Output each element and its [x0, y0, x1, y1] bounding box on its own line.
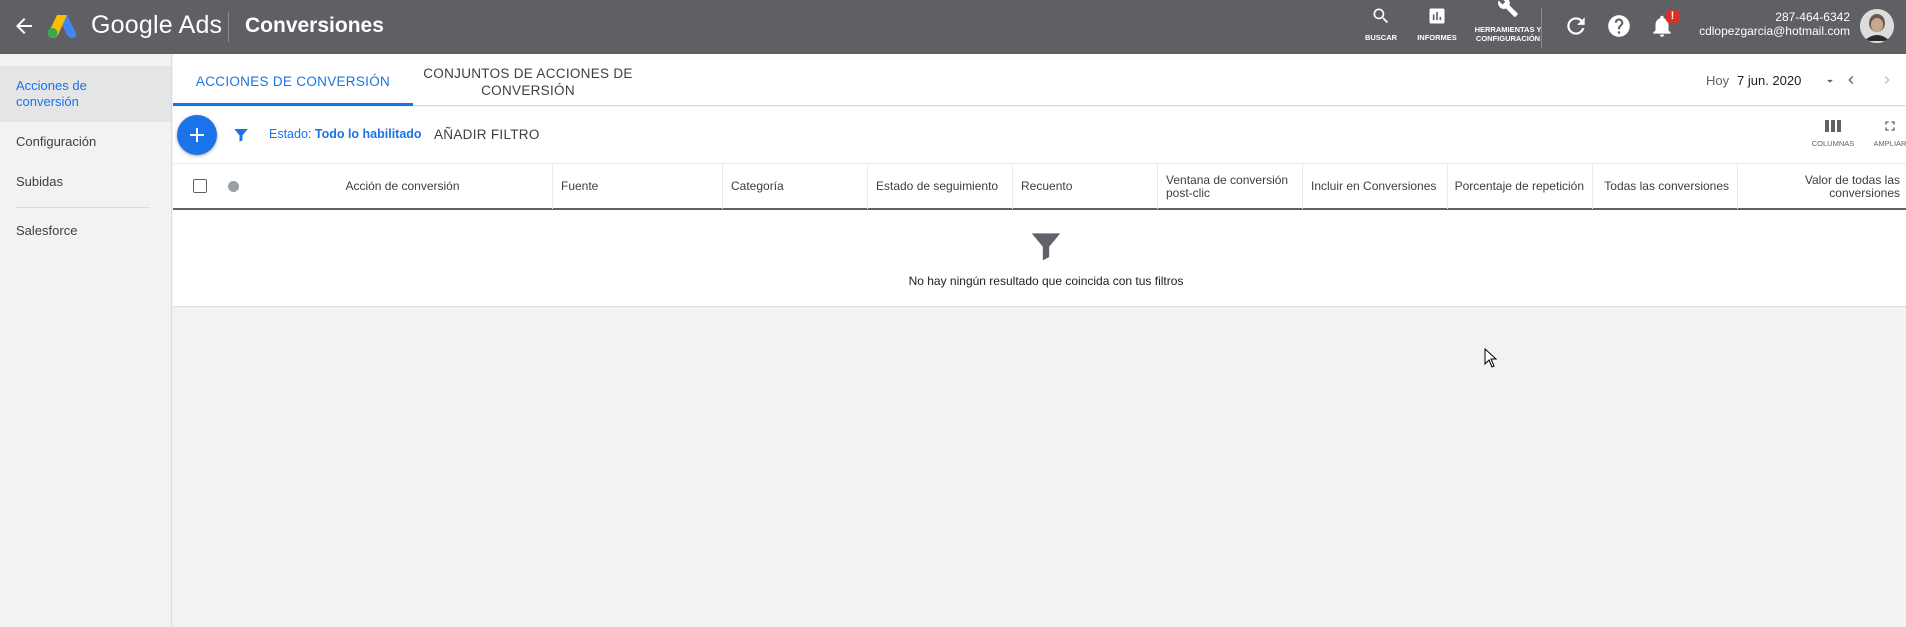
- column-header[interactable]: Ventana de conversión post-clic: [1158, 164, 1303, 209]
- tab-conjuntos-de-acciones[interactable]: CONJUNTOS DE ACCIONES DE CONVERSIÓN: [413, 54, 643, 106]
- fullscreen-icon: [1885, 121, 1895, 131]
- status-filter-label: Estado:: [269, 127, 312, 141]
- column-header[interactable]: Recuento: [1013, 164, 1158, 209]
- tab-bar: ACCIONES DE CONVERSIÓN CONJUNTOS DE ACCI…: [173, 54, 1906, 106]
- tools-settings-button[interactable]: HERRAMIENTAS Y CONFIGURACIÓN: [1472, 0, 1544, 43]
- filter-funnel-icon: [1031, 233, 1061, 261]
- select-all-checkbox[interactable]: [193, 179, 207, 193]
- date-dropdown-icon[interactable]: [1823, 74, 1837, 88]
- column-header[interactable]: Categoría: [723, 164, 868, 209]
- account-info[interactable]: 287-464-6342 cdlopezgarcia@hotmail.com: [1699, 10, 1850, 38]
- help-icon[interactable]: [1606, 13, 1632, 39]
- mouse-cursor-icon: [1484, 348, 1498, 368]
- date-range-value[interactable]: 7 jun. 2020: [1737, 73, 1801, 88]
- empty-state: No hay ningún resultado que coincida con…: [173, 211, 1906, 307]
- back-arrow-icon[interactable]: [12, 14, 36, 38]
- status-filter-value: Todo lo habilitado: [314, 127, 422, 141]
- column-header[interactable]: Valor de todas las conversiones: [1738, 164, 1906, 209]
- expand-button[interactable]: AMPLIAR: [1870, 118, 1906, 148]
- status-filter-chip[interactable]: Estado: Todo lo habilitado: [269, 127, 422, 141]
- search-tool-label: BUSCAR: [1364, 33, 1398, 42]
- search-icon: [1373, 8, 1389, 24]
- columns-label: COLUMNAS: [1811, 139, 1855, 148]
- search-tool-button[interactable]: BUSCAR: [1362, 6, 1400, 42]
- sidebar-item-salesforce[interactable]: Salesforce: [16, 223, 77, 238]
- chevron-left-icon[interactable]: [1843, 72, 1859, 88]
- brand-name: Google Ads: [91, 11, 223, 39]
- notification-badge: !: [1665, 9, 1680, 24]
- columns-button[interactable]: COLUMNAS: [1808, 118, 1858, 148]
- add-conversion-button[interactable]: [177, 115, 217, 155]
- wrench-icon: [1498, 0, 1518, 18]
- page-title: Conversiones: [245, 14, 384, 37]
- reports-tool-button[interactable]: INFORMES: [1412, 6, 1462, 42]
- user-avatar-icon: [1860, 9, 1894, 43]
- plus-icon: [190, 128, 204, 142]
- columns-icon: [1825, 120, 1841, 132]
- sidebar-divider: [16, 207, 150, 208]
- sidebar-item-acciones-de-conversion[interactable]: Acciones de conversión: [16, 78, 146, 110]
- empty-state-message: No hay ningún resultado que coincida con…: [908, 274, 1184, 288]
- column-header[interactable]: Todas las conversiones: [1593, 164, 1738, 209]
- google-ads-logo-icon[interactable]: [47, 13, 77, 39]
- add-filter-button[interactable]: AÑADIR FILTRO: [434, 127, 540, 142]
- table-header: Acción de conversión Fuente Categoría Es…: [173, 163, 1906, 210]
- top-bar: Google Ads Conversiones BUSCAR INFORMES …: [0, 0, 1906, 54]
- sidebar-item-configuracion[interactable]: Configuración: [16, 134, 96, 149]
- column-header[interactable]: Estado de seguimiento: [868, 164, 1013, 209]
- column-header[interactable]: Acción de conversión: [253, 164, 553, 209]
- refresh-icon[interactable]: [1563, 13, 1589, 39]
- column-header[interactable]: Fuente: [553, 164, 723, 209]
- account-id: 287-464-6342: [1775, 10, 1850, 24]
- header-divider-2: [1541, 8, 1542, 48]
- sidebar-item-subidas[interactable]: Subidas: [16, 174, 63, 189]
- main-content: ACCIONES DE CONVERSIÓN CONJUNTOS DE ACCI…: [173, 54, 1906, 627]
- avatar[interactable]: [1860, 9, 1894, 43]
- header-divider: [228, 12, 229, 42]
- column-header[interactable]: Incluir en Conversiones: [1303, 164, 1448, 209]
- account-email: cdlopezgarcia@hotmail.com: [1699, 24, 1850, 38]
- status-column-dot: [228, 181, 239, 192]
- tools-settings-label: HERRAMIENTAS Y CONFIGURACIÓN: [1474, 25, 1542, 43]
- tab-acciones-de-conversion[interactable]: ACCIONES DE CONVERSIÓN: [173, 54, 413, 106]
- reports-tool-label: INFORMES: [1417, 33, 1457, 42]
- column-header[interactable]: Porcentaje de repetición: [1448, 164, 1593, 209]
- chevron-right-icon[interactable]: [1879, 72, 1895, 88]
- expand-label: AMPLIAR: [1873, 139, 1906, 148]
- date-range-label: Hoy: [1706, 73, 1730, 88]
- sidebar: Acciones de conversión Configuración Sub…: [0, 54, 172, 627]
- filter-funnel-icon[interactable]: [232, 126, 250, 144]
- bar-chart-icon: [1429, 8, 1445, 24]
